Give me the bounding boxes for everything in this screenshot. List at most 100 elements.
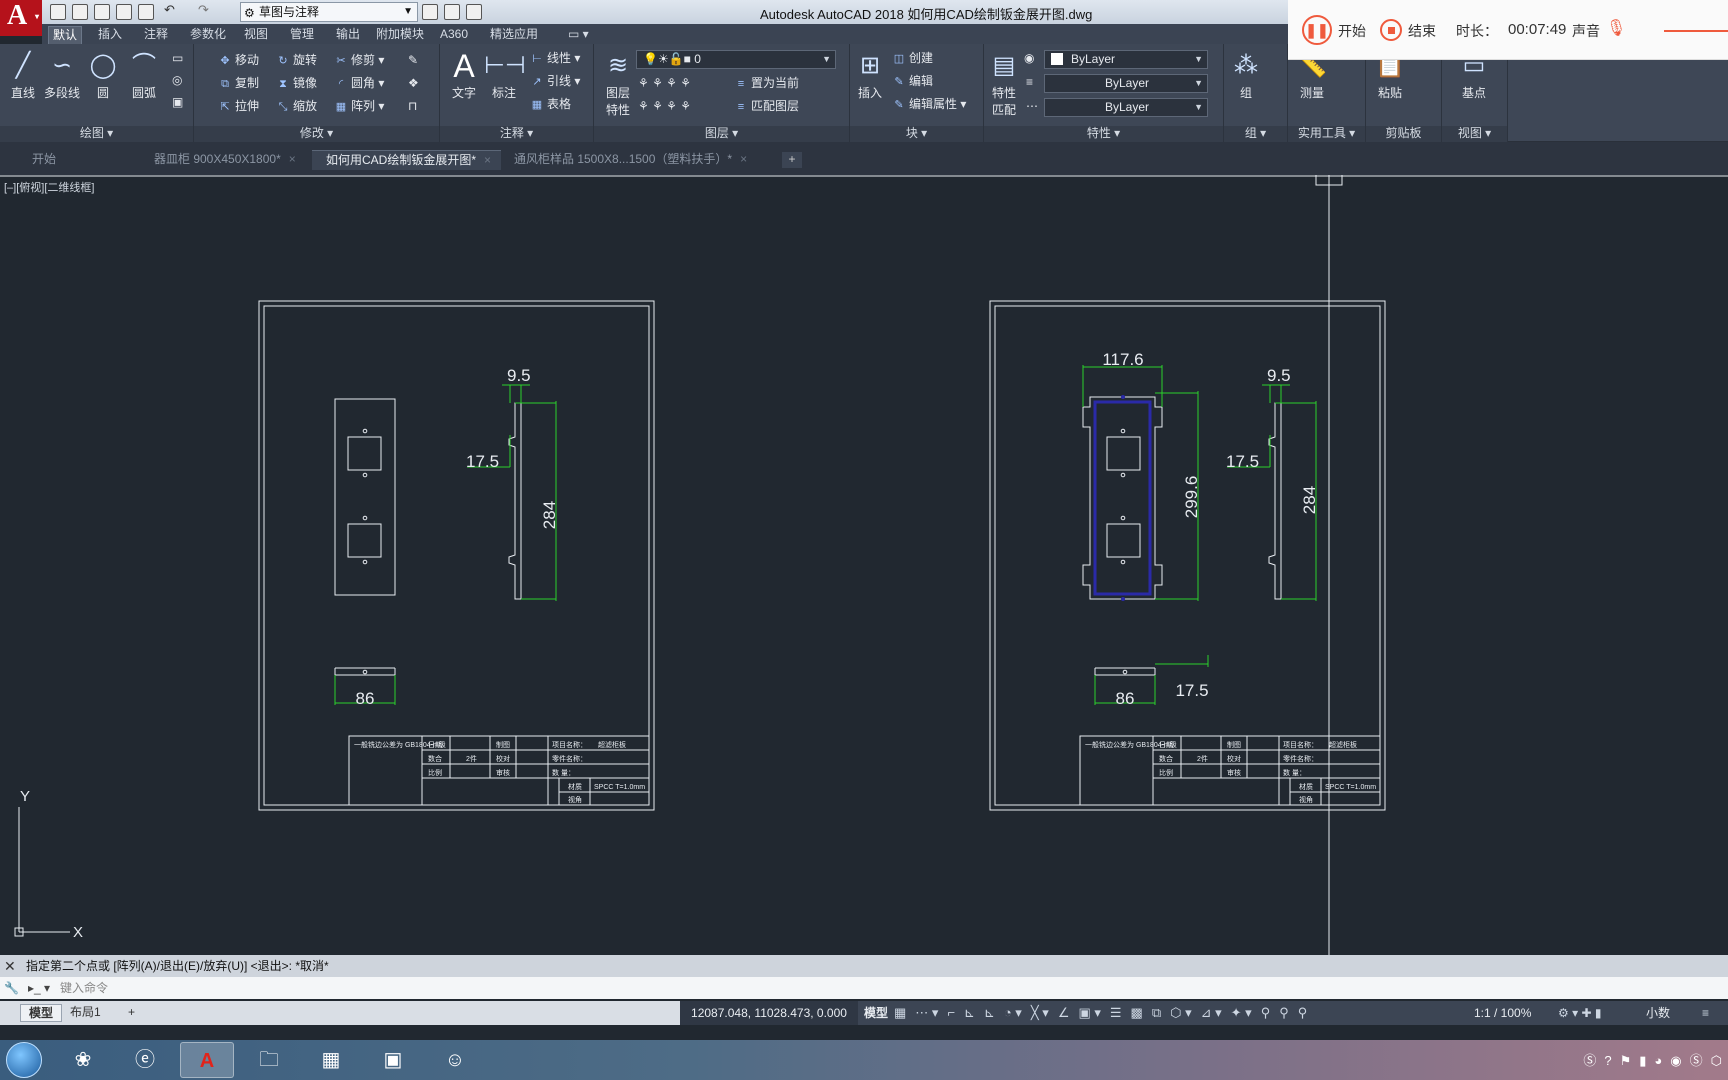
application-menu-button[interactable]: A ▾	[0, 0, 42, 36]
copy-tool[interactable]: ⧉ 复制	[218, 73, 259, 93]
selection-cycling-icon[interactable]: ⧉	[1152, 1001, 1161, 1025]
scale-tool[interactable]: ⤡ 缩放	[276, 96, 317, 116]
create-block-tool[interactable]: ◫ 创建	[892, 48, 933, 68]
snap-icon[interactable]: ⋯ ▾	[915, 1001, 938, 1025]
dynamic-ucs-icon[interactable]: ⊿ ▾	[1201, 1001, 1222, 1025]
rotate-tool[interactable]: ↻ 旋转	[276, 50, 317, 70]
hatch-icon[interactable]: ◎	[172, 70, 182, 90]
make-current-tool[interactable]: ≡ 置为当前	[734, 73, 799, 93]
polar-icon[interactable]: ⊾	[984, 1001, 995, 1025]
grid-icon[interactable]: ▦	[894, 1001, 906, 1025]
model-space-button[interactable]: 模型	[858, 1001, 894, 1025]
panel-clipboard-footer[interactable]: 剪贴板	[1366, 126, 1441, 142]
edit-block-tool[interactable]: ✎ 编辑	[892, 71, 933, 91]
stop-record-button[interactable]	[1380, 19, 1402, 41]
isodraft-icon[interactable]: ◔ ▾	[1004, 1001, 1022, 1025]
wrench-icon[interactable]: 🔧	[4, 977, 19, 999]
lineweight-select[interactable]: ByLayer ▼	[1044, 98, 1208, 117]
edit-attributes-tool[interactable]: ✎ 编辑属性 ▾	[892, 94, 966, 114]
print-icon[interactable]	[138, 4, 154, 20]
drawing-canvas[interactable]: [–][俯视][二维线框] 9.5 17.5 284 86 一般铣边公差为 GB…	[0, 175, 1728, 955]
region-icon[interactable]: ▣	[172, 92, 183, 112]
command-prompt-icon[interactable]: ▸_ ▾	[28, 977, 50, 999]
infer-icon[interactable]: ⌐	[947, 1001, 955, 1025]
wechat-icon[interactable]: ☺	[428, 1042, 482, 1078]
add-layout-icon[interactable]: +	[120, 1004, 143, 1022]
open-file-icon[interactable]	[72, 4, 88, 20]
pause-icon[interactable]: ❚❚	[1302, 15, 1332, 45]
screen-recorder-icon[interactable]: ▣	[366, 1042, 420, 1078]
panel-utilities-footer[interactable]: 实用工具 ▾	[1288, 126, 1365, 142]
layer-tools-icons-2[interactable]: ⚘ ⚘ ⚘ ⚘	[638, 96, 691, 116]
coordinates-readout[interactable]: 12087.048, 11028.473, 0.000	[680, 1001, 858, 1025]
new-file-icon[interactable]	[50, 4, 66, 20]
tab-insert[interactable]: 插入	[94, 26, 126, 44]
tab-manage[interactable]: 管理	[286, 26, 318, 44]
tab-home[interactable]: 默认	[48, 26, 83, 44]
offset-icon[interactable]: ⊓	[408, 96, 417, 116]
file-tab-start[interactable]: 开始	[18, 150, 66, 170]
move-tool[interactable]: ✥ 移动	[218, 50, 259, 70]
match-properties-tool[interactable]: ▤ 特性 匹配	[984, 48, 1024, 118]
panel-modify-footer[interactable]: 修改 ▾	[194, 126, 439, 142]
explode-icon[interactable]: ❖	[408, 73, 419, 93]
color-wheel-icon[interactable]: ◉	[1024, 48, 1034, 68]
leader-tool[interactable]: ↗ 引线 ▾	[530, 71, 580, 91]
tray-icon[interactable]: Ⓢ	[1690, 1053, 1703, 1068]
insert-block-tool[interactable]: ⊞ 插入	[850, 48, 890, 101]
array-tool[interactable]: ▦ 阵列 ▾	[334, 96, 385, 116]
qa-tool-icon[interactable]	[444, 4, 460, 20]
layer-select[interactable]: 💡☀🔓■ 0 ▼	[636, 50, 836, 69]
tab-annotate[interactable]: 注释	[140, 26, 172, 44]
layout-tab-model[interactable]: 模型	[20, 1004, 63, 1022]
qa-tool-icon[interactable]	[466, 4, 482, 20]
file-tab-active[interactable]: 如何用CAD绘制钣金展开图* ×	[312, 150, 502, 170]
annotation-scale-select[interactable]: 1:1 / 100%	[1474, 1001, 1531, 1025]
autocad-taskbar-icon[interactable]: A	[180, 1042, 234, 1078]
save-as-icon[interactable]	[116, 4, 132, 20]
linetype-select[interactable]: ByLayer ▼	[1044, 74, 1208, 93]
tab-addins[interactable]: 附加模块	[372, 26, 428, 44]
layout-tab-layout1[interactable]: 布局1	[62, 1004, 109, 1022]
osnap-icon[interactable]: ∠	[1058, 1001, 1070, 1025]
close-icon[interactable]: ×	[740, 152, 747, 166]
text-tool[interactable]: A 文字	[444, 48, 484, 101]
help-icon[interactable]: ?	[1604, 1053, 1611, 1068]
table-tool[interactable]: ▦ 表格	[530, 94, 571, 114]
match-layer-tool[interactable]: ≡ 匹配图层	[734, 96, 799, 116]
customize-menu-icon[interactable]: ≡	[1702, 1001, 1709, 1025]
rectangle-icon[interactable]: ▭	[172, 48, 183, 68]
gizmo-icon[interactable]: ✦ ▾	[1231, 1001, 1252, 1025]
workspace-gear-icon[interactable]: ⚙ ▾ ✚ ▮	[1558, 1001, 1601, 1025]
panel-properties-footer[interactable]: 特性 ▾	[984, 126, 1223, 142]
group-tool[interactable]: ⁂ 组	[1226, 48, 1266, 101]
circle-tool[interactable]: ◯ 圆	[83, 48, 123, 101]
browser-icon[interactable]: ⓔ	[118, 1042, 172, 1078]
polyline-tool[interactable]: ∽ 多段线	[42, 48, 82, 101]
arc-tool[interactable]: ⌒ 圆弧	[124, 48, 164, 101]
close-icon[interactable]: ✕	[4, 955, 16, 977]
file-tab[interactable]: 器皿柜 900X450X1800* ×	[140, 150, 306, 170]
fillet-tool[interactable]: ◜ 圆角 ▾	[334, 73, 385, 93]
command-line[interactable]: 🔧 ▸_ ▾ 键入命令	[0, 977, 1728, 999]
redo-icon[interactable]: ↷	[198, 2, 214, 18]
lineweight-toggle-icon[interactable]: ☰	[1110, 1001, 1122, 1025]
file-tab[interactable]: 通风柜样品 1500X8...1500（塑料扶手）* ×	[500, 150, 757, 170]
line-tool[interactable]: ╱ 直线	[3, 48, 43, 101]
tab-view[interactable]: 视图	[240, 26, 272, 44]
panel-annotation-footer[interactable]: 注释 ▾	[440, 126, 593, 142]
osnap-tracking-icon[interactable]: ╳ ▾	[1031, 1001, 1049, 1025]
qa-tool-icon[interactable]	[422, 4, 438, 20]
tray-icon[interactable]: ⬡	[1711, 1053, 1722, 1068]
annotation-icon[interactable]: ▣ ▾	[1078, 1001, 1100, 1025]
save-icon[interactable]	[94, 4, 110, 20]
undo-icon[interactable]: ↶	[164, 2, 180, 18]
volume-slider[interactable]	[1664, 30, 1728, 32]
panel-draw-footer[interactable]: 绘图 ▾	[0, 126, 193, 142]
transparency-icon[interactable]: ▩	[1131, 1001, 1143, 1025]
new-tab-button[interactable]: +	[782, 152, 802, 168]
workspace-select[interactable]: ⚙ 草图与注释 ▼	[240, 2, 418, 22]
taskbar-app-icon[interactable]: ❀	[56, 1042, 110, 1078]
battery-icon[interactable]: ▮	[1639, 1053, 1646, 1068]
folder-icon[interactable]: 🗀	[242, 1042, 296, 1078]
